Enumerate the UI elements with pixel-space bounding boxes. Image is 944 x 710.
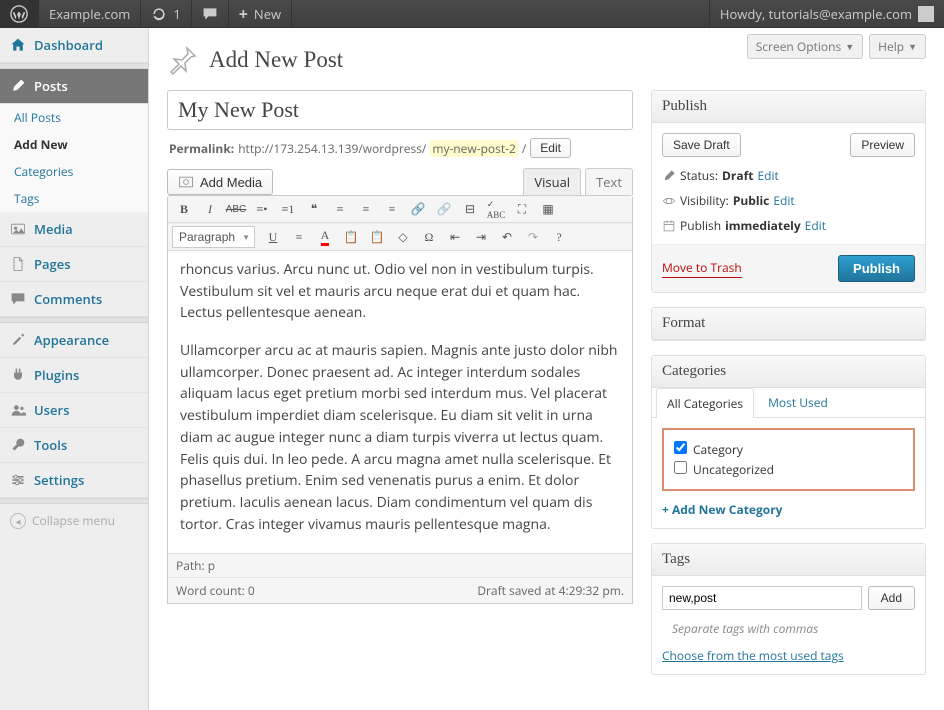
redo-button[interactable]: ↷: [521, 226, 545, 248]
collapse-menu[interactable]: ◂ Collapse menu: [0, 504, 148, 537]
chevron-down-icon: ▼: [845, 40, 854, 53]
align-left-button[interactable]: ≡: [328, 198, 352, 220]
permalink-base: http://173.254.13.139/wordpress/: [238, 140, 426, 157]
status-icon: [662, 169, 676, 183]
undo-button[interactable]: ↶: [495, 226, 519, 248]
sidebar-item-settings[interactable]: Settings: [0, 463, 148, 498]
more-button[interactable]: ⊟: [458, 198, 482, 220]
textcolor-button[interactable]: A: [313, 226, 337, 248]
justify-button[interactable]: ≡: [287, 226, 311, 248]
sidebar-item-plugins[interactable]: Plugins: [0, 358, 148, 393]
strike-button[interactable]: ABC: [224, 198, 248, 220]
publish-box: Publish Save Draft Preview Status: Draft…: [651, 90, 926, 293]
sidebar-sub-categories[interactable]: Categories: [0, 158, 148, 185]
move-to-trash-link[interactable]: Move to Trash: [662, 259, 742, 278]
remove-format-button[interactable]: ◇: [391, 226, 415, 248]
align-right-button[interactable]: ≡: [380, 198, 404, 220]
editor-path: Path: p: [168, 554, 632, 578]
save-draft-button[interactable]: Save Draft: [662, 133, 741, 157]
edit-visibility-link[interactable]: Edit: [773, 192, 794, 209]
publish-heading[interactable]: Publish: [652, 91, 925, 123]
permalink-label: Permalink:: [169, 140, 234, 157]
fullscreen-button[interactable]: ⛶: [510, 198, 534, 220]
sidebar-item-media[interactable]: Media: [0, 212, 148, 247]
autosave-status: Draft saved at 4:29:32 pm.: [477, 582, 624, 599]
paste-text-button[interactable]: 📋: [339, 226, 363, 248]
help-button[interactable]: Help▼: [869, 34, 926, 59]
quote-button[interactable]: ❝: [302, 198, 326, 220]
comments-link[interactable]: [192, 0, 229, 28]
sidebar-item-comments[interactable]: Comments: [0, 282, 148, 317]
word-count: Word count: 0: [176, 582, 255, 599]
site-name[interactable]: Example.com: [39, 0, 141, 28]
indent-button[interactable]: ⇥: [469, 226, 493, 248]
plus-icon: +: [239, 0, 248, 28]
sidebar-item-dashboard[interactable]: Dashboard: [0, 28, 148, 63]
permalink-slug[interactable]: my-new-post-2: [430, 140, 518, 157]
underline-button[interactable]: U: [261, 226, 285, 248]
wphelp-button[interactable]: ?: [547, 226, 571, 248]
paste-word-button[interactable]: 📋: [365, 226, 389, 248]
choose-tags-link[interactable]: Choose from the most used tags: [662, 647, 844, 664]
add-tag-button[interactable]: Add: [868, 586, 915, 610]
tab-text[interactable]: Text: [585, 168, 633, 195]
charmap-button[interactable]: Ω: [417, 226, 441, 248]
add-media-button[interactable]: Add Media: [167, 169, 273, 195]
avatar: [918, 6, 934, 22]
pin-icon: [167, 44, 199, 76]
new-content-link[interactable]: + New: [229, 0, 292, 28]
unlink-button[interactable]: 🔗: [432, 198, 456, 220]
add-category-link[interactable]: + Add New Category: [662, 501, 782, 518]
categories-box: Categories All Categories Most Used Cate…: [651, 355, 926, 529]
edit-permalink-button[interactable]: Edit: [530, 138, 571, 158]
sidebar-item-pages[interactable]: Pages: [0, 247, 148, 282]
editor-body[interactable]: rhoncus varius. Arcu nunc ut. Odio vel n…: [168, 251, 632, 553]
categories-heading[interactable]: Categories: [652, 356, 925, 388]
visibility-icon: [662, 194, 676, 208]
sidebar-sub-add-new[interactable]: Add New: [0, 131, 148, 158]
format-box: Format: [651, 307, 926, 341]
account-menu[interactable]: Howdy, tutorials@example.com: [709, 0, 944, 28]
bold-button[interactable]: B: [172, 198, 196, 220]
updates-link[interactable]: 1: [141, 0, 191, 28]
format-select[interactable]: Paragraph: [172, 226, 255, 248]
preview-button[interactable]: Preview: [850, 133, 915, 157]
link-button[interactable]: 🔗: [406, 198, 430, 220]
kitchensink-button[interactable]: ▦: [536, 198, 560, 220]
tags-box: Tags Add Separate tags with commas Choos…: [651, 543, 926, 675]
spellcheck-button[interactable]: ✓ABC: [484, 198, 508, 220]
tab-visual[interactable]: Visual: [523, 168, 581, 195]
edit-status-link[interactable]: Edit: [757, 167, 778, 184]
wp-logo[interactable]: [0, 0, 39, 28]
sidebar-item-tools[interactable]: Tools: [0, 428, 148, 463]
tab-most-used[interactable]: Most Used: [758, 388, 838, 418]
post-title-input[interactable]: [167, 90, 633, 130]
ol-button[interactable]: ≡1: [276, 198, 300, 220]
chevron-down-icon: ▼: [908, 40, 917, 53]
format-heading[interactable]: Format: [652, 308, 925, 340]
category-checkbox-1[interactable]: Uncategorized: [674, 461, 903, 478]
ul-button[interactable]: ≡•: [250, 198, 274, 220]
updates-count: 1: [173, 0, 180, 28]
tab-all-categories[interactable]: All Categories: [656, 388, 754, 418]
sidebar-sub-all-posts[interactable]: All Posts: [0, 104, 148, 131]
sidebar-item-posts[interactable]: Posts: [0, 69, 148, 104]
screen-options-button[interactable]: Screen Options▼: [747, 34, 863, 59]
tags-input[interactable]: [662, 586, 862, 610]
sidebar-item-users[interactable]: Users: [0, 393, 148, 428]
category-list: Category Uncategorized: [662, 428, 915, 491]
media-icon: [178, 174, 194, 190]
edit-schedule-link[interactable]: Edit: [805, 217, 826, 234]
sidebar-sub-tags[interactable]: Tags: [0, 185, 148, 212]
tags-hint: Separate tags with commas: [662, 620, 915, 637]
collapse-icon: ◂: [10, 513, 26, 529]
align-center-button[interactable]: ≡: [354, 198, 378, 220]
category-checkbox-0[interactable]: Category: [674, 441, 903, 458]
italic-button[interactable]: I: [198, 198, 222, 220]
tags-heading[interactable]: Tags: [652, 544, 925, 576]
outdent-button[interactable]: ⇤: [443, 226, 467, 248]
publish-button[interactable]: Publish: [838, 255, 915, 282]
sidebar-item-appearance[interactable]: Appearance: [0, 323, 148, 358]
calendar-icon: [662, 219, 676, 233]
